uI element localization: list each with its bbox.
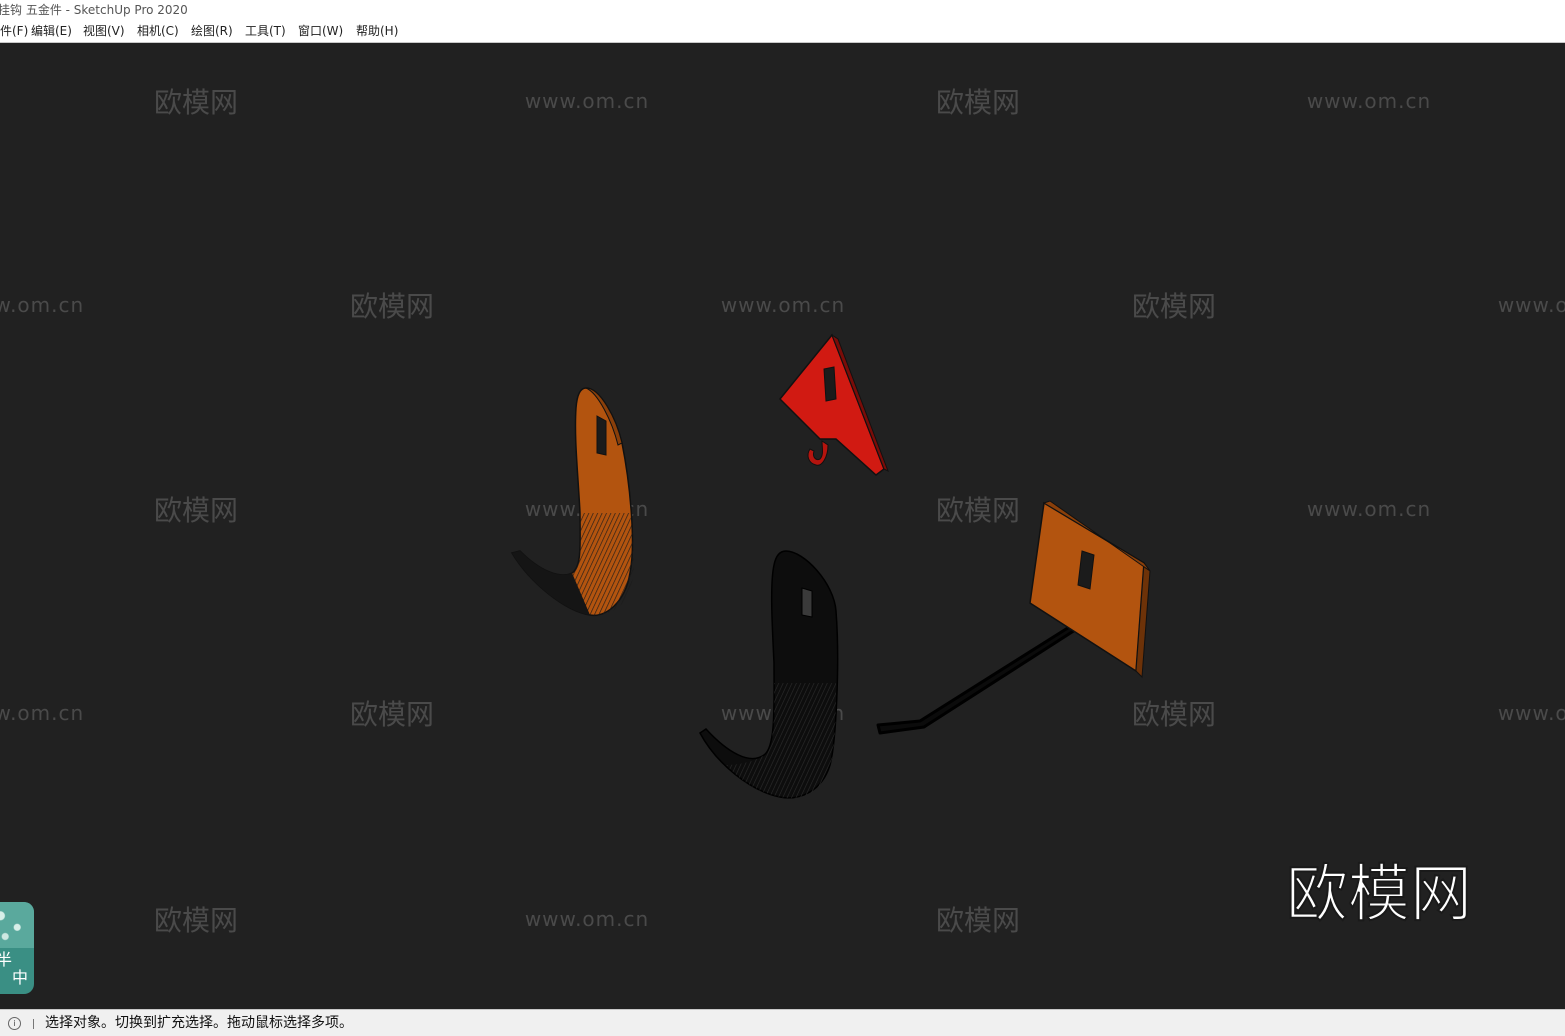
menu-camera[interactable]: 相机(C): [137, 20, 179, 42]
menu-tools[interactable]: 工具(T): [245, 20, 286, 42]
status-bar: i 选择对象。切换到扩充选择。拖动鼠标选择多项。: [0, 1009, 1565, 1036]
ime-indicator[interactable]: 半 中: [0, 902, 34, 994]
menu-view[interactable]: 视图(V): [83, 20, 125, 42]
menu-edit[interactable]: 编辑(E): [31, 20, 72, 42]
red-triangle-hook-model[interactable]: [778, 333, 889, 476]
menu-draw[interactable]: 绘图(R): [191, 20, 233, 42]
info-icon[interactable]: i: [8, 1017, 21, 1030]
black-j-hook-model[interactable]: [699, 550, 839, 799]
status-divider: [33, 1019, 34, 1029]
title-bar: 挂钩 五金件 - SketchUp Pro 2020: [0, 0, 1565, 20]
menu-file[interactable]: 文件(F): [0, 20, 28, 42]
ime-pattern: [0, 902, 34, 948]
plate-rod-hook-model[interactable]: [876, 500, 1151, 735]
model-viewport[interactable]: 欧模网 www.om.cn 欧模网 www.om.cn www.om.cn 欧模…: [0, 43, 1565, 1009]
ime-mode-chinese: 中: [12, 968, 29, 987]
menu-help[interactable]: 帮助(H): [356, 20, 398, 42]
menu-bar: 文件(F) 编辑(E) 视图(V) 相机(C) 绘图(R) 工具(T) 窗口(W…: [0, 20, 1565, 43]
window-title: 挂钩 五金件 - SketchUp Pro 2020: [0, 3, 188, 17]
status-text: 选择对象。切换到扩充选择。拖动鼠标选择多项。: [45, 1015, 353, 1031]
brand-logo: 欧模网: [1285, 857, 1473, 930]
menu-window[interactable]: 窗口(W): [298, 20, 343, 42]
ime-mode-half: 半: [0, 950, 13, 969]
orange-j-hook-model[interactable]: [510, 387, 634, 617]
